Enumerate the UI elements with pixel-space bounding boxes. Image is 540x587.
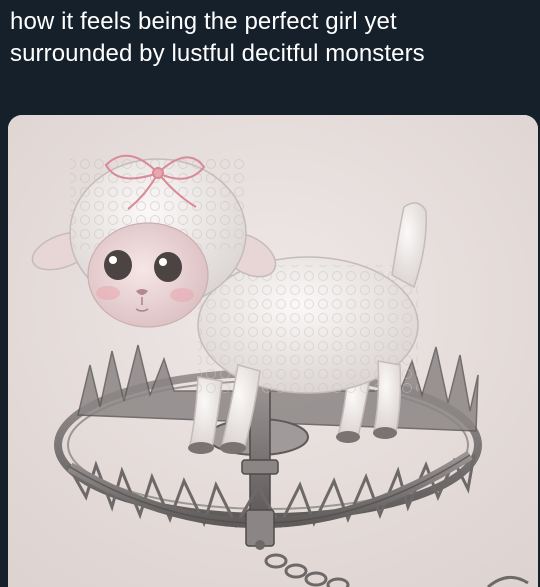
lamb-in-bear-trap-illustration [8,115,538,587]
post-text-line-1: how it feels being the perfect girl yet [10,8,397,35]
post-image[interactable] [8,115,538,587]
lamb-eye-left [104,250,132,280]
post-text: how it feels being the perfect girl yet … [10,6,530,70]
lamb-face [87,222,209,328]
lamb-eye-right [154,252,182,282]
post-text-line-2: surrounded by lustful decitful monsters [10,40,425,67]
